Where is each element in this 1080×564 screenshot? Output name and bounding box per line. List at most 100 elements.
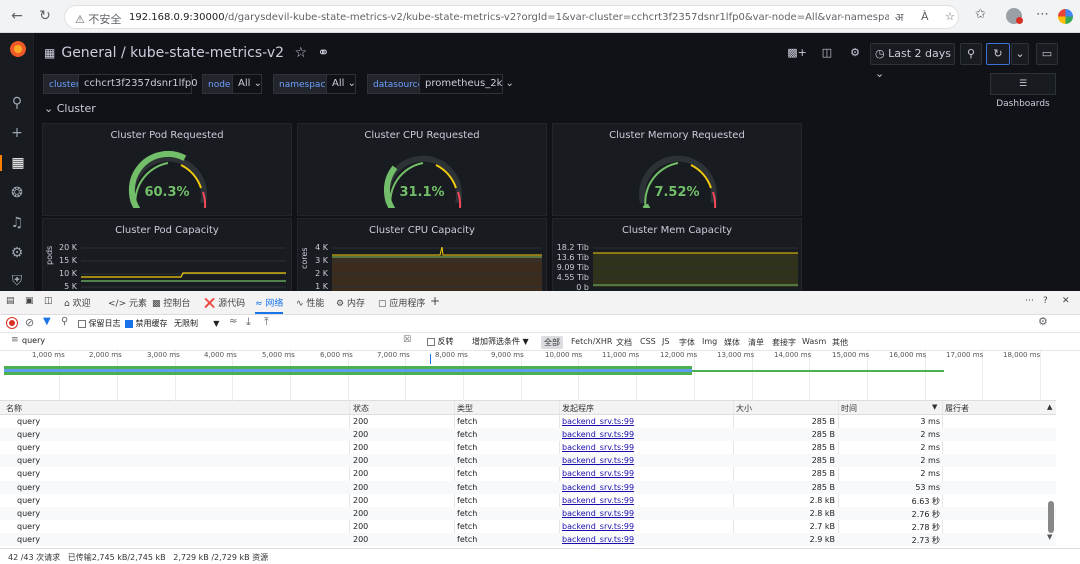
clear-icon[interactable]: ⊘	[25, 316, 34, 329]
table-row[interactable]: query 200 fetch backend_srv.ts:99 2.8 kB 6.63…	[0, 494, 1056, 507]
panel-cluster-cpu-capacity[interactable]: Cluster CPU Capacity cores 4 K 3 K 2 K 1…	[297, 218, 547, 292]
preserve-log-checkbox[interactable]: 保留日志	[78, 318, 121, 329]
cell-initiator[interactable]: backend_srv.ts:99	[562, 430, 634, 439]
throttle-select[interactable]: 无限制 ▼	[174, 318, 219, 329]
settings-icon[interactable]: ⚙	[844, 43, 866, 65]
table-row[interactable]: query 200 fetch backend_srv.ts:99 2.7 kB 2.78…	[0, 520, 1056, 533]
table-row[interactable]: query 200 fetch backend_srv.ts:99 285 B 53 ms	[0, 480, 1056, 494]
variable-select-node[interactable]: All ⌄	[232, 74, 262, 94]
network-timeline-overview[interactable]: 1,000 ms 2,000 ms 3,000 ms 4,000 ms 5,00…	[0, 349, 1056, 401]
tab-elements[interactable]: </> 元素	[108, 296, 147, 309]
translate-icon[interactable]: अ	[895, 10, 903, 25]
favorites-icon[interactable]: ✩	[975, 7, 986, 22]
column-header-name[interactable]: 名称	[6, 403, 22, 414]
cell-initiator[interactable]: backend_srv.ts:99	[562, 443, 634, 452]
reload-icon[interactable]: ↻	[36, 8, 54, 24]
star-icon[interactable]: ☆	[294, 45, 307, 61]
cell-initiator[interactable]: backend_srv.ts:99	[562, 483, 634, 492]
filter-type-js[interactable]: JS	[659, 336, 672, 347]
column-header-type[interactable]: 类型	[457, 403, 473, 414]
security-warning[interactable]: ⚠ 不安全	[75, 11, 121, 27]
cell-initiator[interactable]: backend_srv.ts:99	[562, 456, 634, 465]
save-icon[interactable]: ◫	[816, 43, 838, 65]
plus-icon[interactable]: +	[0, 125, 34, 141]
read-aloud-icon[interactable]: À	[921, 10, 929, 23]
table-row[interactable]: query 200 fetch backend_srv.ts:99 285 B 3 ms	[0, 415, 1056, 428]
table-row[interactable]: query 200 fetch backend_srv.ts:99 285 B 2 ms	[0, 441, 1056, 454]
variable-select-datasource[interactable]: prometheus_2k ⌄	[419, 74, 514, 94]
add-panel-icon[interactable]: ▩+	[785, 43, 809, 65]
scroll-down-icon[interactable]: ▼	[1047, 533, 1052, 541]
table-row[interactable]: query 200 fetch backend_srv.ts:99 285 B 2 ms	[0, 428, 1056, 442]
filter-type-socket[interactable]: 套接字	[769, 336, 799, 349]
filter-type-fetch[interactable]: Fetch/XHR	[568, 336, 615, 347]
tab-memory[interactable]: ⚙ 内存	[336, 296, 365, 309]
time-range-picker[interactable]: ◷ Last 2 days ⌄	[870, 43, 955, 80]
share-icon[interactable]: ⚭	[318, 45, 330, 61]
filter-type-all[interactable]: 全部	[541, 336, 563, 349]
tab-sources[interactable]: ❌ 源代码	[204, 296, 245, 309]
row-cluster-toggle[interactable]: ⌄ Cluster	[44, 102, 96, 115]
column-header-fulfilled[interactable]: 履行者	[945, 403, 969, 414]
filter-type-other[interactable]: 其他	[829, 336, 851, 349]
panel-cluster-pod-capacity[interactable]: Cluster Pod Capacity pods 20 K 15 K 10 K…	[42, 218, 292, 291]
more-icon[interactable]: ⋯	[1036, 7, 1049, 22]
cell-initiator[interactable]: backend_srv.ts:99	[562, 417, 634, 426]
url-text[interactable]: 192.168.0.9:30000/d/garysdevil-kube-stat…	[129, 12, 889, 23]
filter-type-manifest[interactable]: 清单	[745, 336, 767, 349]
search-icon[interactable]: ⚲	[61, 316, 68, 327]
device-toolbar-icon[interactable]: ▤	[6, 296, 15, 306]
cell-initiator[interactable]: backend_srv.ts:99	[562, 522, 634, 531]
tv-mode-icon[interactable]: ▭	[1036, 43, 1058, 65]
inspect-icon[interactable]: ▣	[25, 296, 34, 306]
variable-select-cluster[interactable]: cchcrt3f2357dsnr1lfp0 ⌄	[78, 74, 209, 94]
column-header-size[interactable]: 大小	[736, 403, 752, 414]
network-conditions-icon[interactable]: ≈	[229, 316, 237, 327]
tab-network[interactable]: ≈ 网络	[255, 296, 284, 314]
export-icon[interactable]: ⤒	[264, 315, 269, 329]
address-bar[interactable]: ⚠ 不安全 192.168.0.9:30000/d/garysdevil-kub…	[64, 5, 959, 29]
alert-bell-icon[interactable]: ♫	[0, 215, 34, 231]
tab-welcome[interactable]: ⌂ 欢迎	[64, 296, 91, 309]
favorite-star-icon[interactable]: ☆	[945, 10, 955, 23]
panel-cluster-cpu-requested[interactable]: Cluster CPU Requested 31.1%	[297, 123, 547, 216]
more-filters-dropdown[interactable]: 增加筛选条件 ▼	[472, 336, 529, 347]
zoom-out-icon[interactable]: ⚲	[960, 43, 982, 65]
filter-input[interactable]: query	[22, 336, 45, 345]
browser-extension-icon[interactable]	[1058, 9, 1073, 24]
record-icon[interactable]	[7, 318, 17, 328]
refresh-interval-chevron-icon[interactable]: ⌄	[1011, 43, 1029, 65]
import-icon[interactable]: ⤓	[246, 315, 251, 329]
cell-initiator[interactable]: backend_srv.ts:99	[562, 496, 634, 505]
variable-select-namespace[interactable]: All ⌄	[326, 74, 356, 94]
column-header-status[interactable]: 状态	[353, 403, 369, 414]
explore-compass-icon[interactable]: ❂	[0, 185, 34, 201]
scroll-up-icon[interactable]: ▲	[1047, 403, 1052, 411]
shield-icon[interactable]: ⛨	[0, 273, 34, 289]
settings-gear-icon[interactable]: ⚙	[0, 245, 34, 261]
tab-console[interactable]: ▩ 控制台	[152, 296, 190, 309]
dashboard-title[interactable]: kube-state-metrics-v2	[130, 45, 284, 61]
dashboards-grid-icon[interactable]: ▦	[0, 155, 34, 171]
cell-initiator[interactable]: backend_srv.ts:99	[562, 469, 634, 478]
cell-initiator[interactable]: backend_srv.ts:99	[562, 509, 634, 518]
dashboards-button[interactable]: ☰ Dashboards	[990, 73, 1056, 109]
filter-type-img[interactable]: Img	[699, 336, 720, 347]
column-header-initiator[interactable]: 发起程序	[562, 403, 594, 414]
invert-checkbox[interactable]: 反转	[427, 336, 454, 347]
back-arrow-icon[interactable]: ←	[8, 8, 26, 24]
column-header-time[interactable]: 时间	[841, 403, 857, 414]
add-tab-icon[interactable]: +	[430, 294, 440, 308]
cell-initiator[interactable]: backend_srv.ts:99	[562, 535, 634, 544]
panel-cluster-memory-requested[interactable]: Cluster Memory Requested 7.52%	[552, 123, 802, 216]
filter-type-css[interactable]: CSS	[637, 336, 659, 347]
table-row[interactable]: query 200 fetch backend_srv.ts:99 2.9 kB 2.73…	[0, 532, 1056, 546]
panel-cluster-pod-requested[interactable]: Cluster Pod Requested 60.3%	[42, 123, 292, 216]
refresh-icon[interactable]: ↻	[986, 43, 1010, 65]
search-icon[interactable]: ⚲	[0, 95, 34, 111]
dock-icon[interactable]: ◫	[44, 296, 53, 306]
filter-type-wasm[interactable]: Wasm	[799, 336, 829, 347]
help-icon[interactable]: ?	[1043, 296, 1048, 306]
table-row[interactable]: query 200 fetch backend_srv.ts:99 285 B 2 ms	[0, 454, 1056, 468]
disable-cache-checkbox[interactable]: 禁用缓存	[125, 318, 168, 329]
